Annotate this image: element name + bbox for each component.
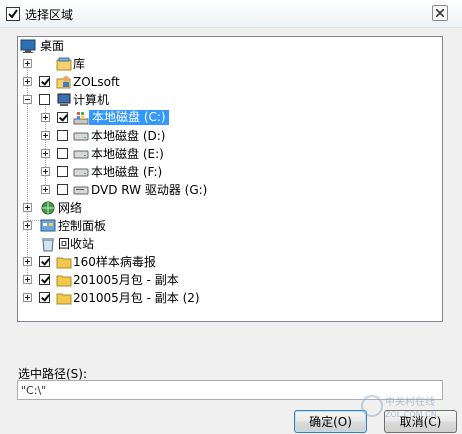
hard-drive-icon <box>73 128 89 144</box>
control-panel-icon <box>40 218 56 234</box>
drive-e-checkbox[interactable] <box>57 148 68 159</box>
tree-item-drive-f[interactable]: 本地磁盘 (F:) <box>18 163 438 181</box>
tree-item-label: 本地磁盘 (F:) <box>91 165 163 179</box>
window-title: 选择区域 <box>25 8 74 22</box>
user-folder-icon <box>56 74 72 90</box>
tree-item-label: 控制面板 <box>58 219 107 233</box>
expand-toggle[interactable] <box>23 275 32 284</box>
tree-item-label: 网络 <box>58 201 83 215</box>
expand-toggle[interactable] <box>23 257 32 266</box>
tree-item-label: 本地磁盘 (C:) <box>89 110 169 125</box>
checkbox-app-icon <box>6 7 20 21</box>
computer-icon <box>56 92 72 108</box>
drive-d-checkbox[interactable] <box>57 130 68 141</box>
tree-item-folder-copy-2[interactable]: 201005月包 - 副本 (2) <box>18 289 438 307</box>
tree-item-label: 库 <box>73 57 86 71</box>
tree-item-label: 计算机 <box>73 93 110 107</box>
expand-toggle[interactable] <box>41 167 50 176</box>
close-icon <box>436 9 444 17</box>
folder-copy-checkbox[interactable] <box>39 274 50 285</box>
expand-toggle[interactable] <box>23 203 32 212</box>
ok-button[interactable]: 确定(O) <box>294 410 367 433</box>
title-bar: 选择区域 <box>0 0 462 28</box>
folder-icon <box>56 290 72 306</box>
zol-watermark: 中关村在线 ZOL.COM.CN <box>360 392 460 422</box>
tree-item-label: 本地磁盘 (D:) <box>91 129 166 143</box>
tree-item-drive-e[interactable]: 本地磁盘 (E:) <box>18 145 438 163</box>
tree-item-zolsoft[interactable]: ZOLsoft <box>18 73 438 91</box>
drive-f-checkbox[interactable] <box>57 166 68 177</box>
tree-item-label: 160样本病毒报 <box>73 255 156 269</box>
watermark-brand: 中关村在线 <box>385 395 435 408</box>
hard-drive-icon <box>73 146 89 162</box>
drive-c-checkbox[interactable] <box>57 112 68 123</box>
folder-icon <box>56 272 72 288</box>
tree-item-control-panel[interactable]: 控制面板 <box>18 217 438 235</box>
tree-item-library[interactable]: 库 <box>18 55 438 73</box>
expand-toggle[interactable] <box>41 113 50 122</box>
folder-160-checkbox[interactable] <box>39 256 50 267</box>
collapse-toggle[interactable] <box>23 95 32 104</box>
system-drive-icon <box>73 110 89 126</box>
expand-toggle[interactable] <box>23 77 32 86</box>
tree-item-computer[interactable]: 计算机 <box>18 91 438 109</box>
zolsoft-checkbox[interactable] <box>39 76 50 87</box>
expand-toggle[interactable] <box>41 131 50 140</box>
expand-toggle[interactable] <box>41 149 50 158</box>
tree-item-folder-copy[interactable]: 201005月包 - 副本 <box>18 271 438 289</box>
expand-toggle[interactable] <box>23 59 32 68</box>
tree-item-label: 本地磁盘 (E:) <box>91 147 164 161</box>
expand-toggle[interactable] <box>23 221 32 230</box>
tree-item-label: 201005月包 - 副本 (2) <box>73 291 200 305</box>
tree-item-desktop[interactable]: 桌面 <box>18 37 438 55</box>
hard-drive-icon <box>73 164 89 180</box>
computer-checkbox[interactable] <box>39 94 50 105</box>
tree-item-drive-d[interactable]: 本地磁盘 (D:) <box>18 127 438 145</box>
close-button[interactable] <box>432 5 448 21</box>
watermark-domain: ZOL.COM.CN <box>385 410 437 419</box>
tree-item-label: 201005月包 - 副本 <box>73 273 179 287</box>
folder-icon <box>56 254 72 270</box>
library-icon <box>56 56 72 72</box>
tree-item-label: ZOLsoft <box>73 75 120 89</box>
network-icon <box>40 200 56 216</box>
tree-item-drive-c[interactable]: 本地磁盘 (C:) <box>18 109 438 127</box>
tree-item-folder-160[interactable]: 160样本病毒报 <box>18 253 438 271</box>
tree-item-network[interactable]: 网络 <box>18 199 438 217</box>
folder-copy-2-checkbox[interactable] <box>39 292 50 303</box>
desktop-icon <box>20 38 36 54</box>
expand-toggle[interactable] <box>23 293 32 302</box>
tree-item-label: 桌面 <box>40 39 65 53</box>
folder-tree[interactable]: 桌面 库 ZOLsoft 计算机 本地磁盘 (C:) 本地磁盘 (D:) 本地磁… <box>17 36 443 322</box>
